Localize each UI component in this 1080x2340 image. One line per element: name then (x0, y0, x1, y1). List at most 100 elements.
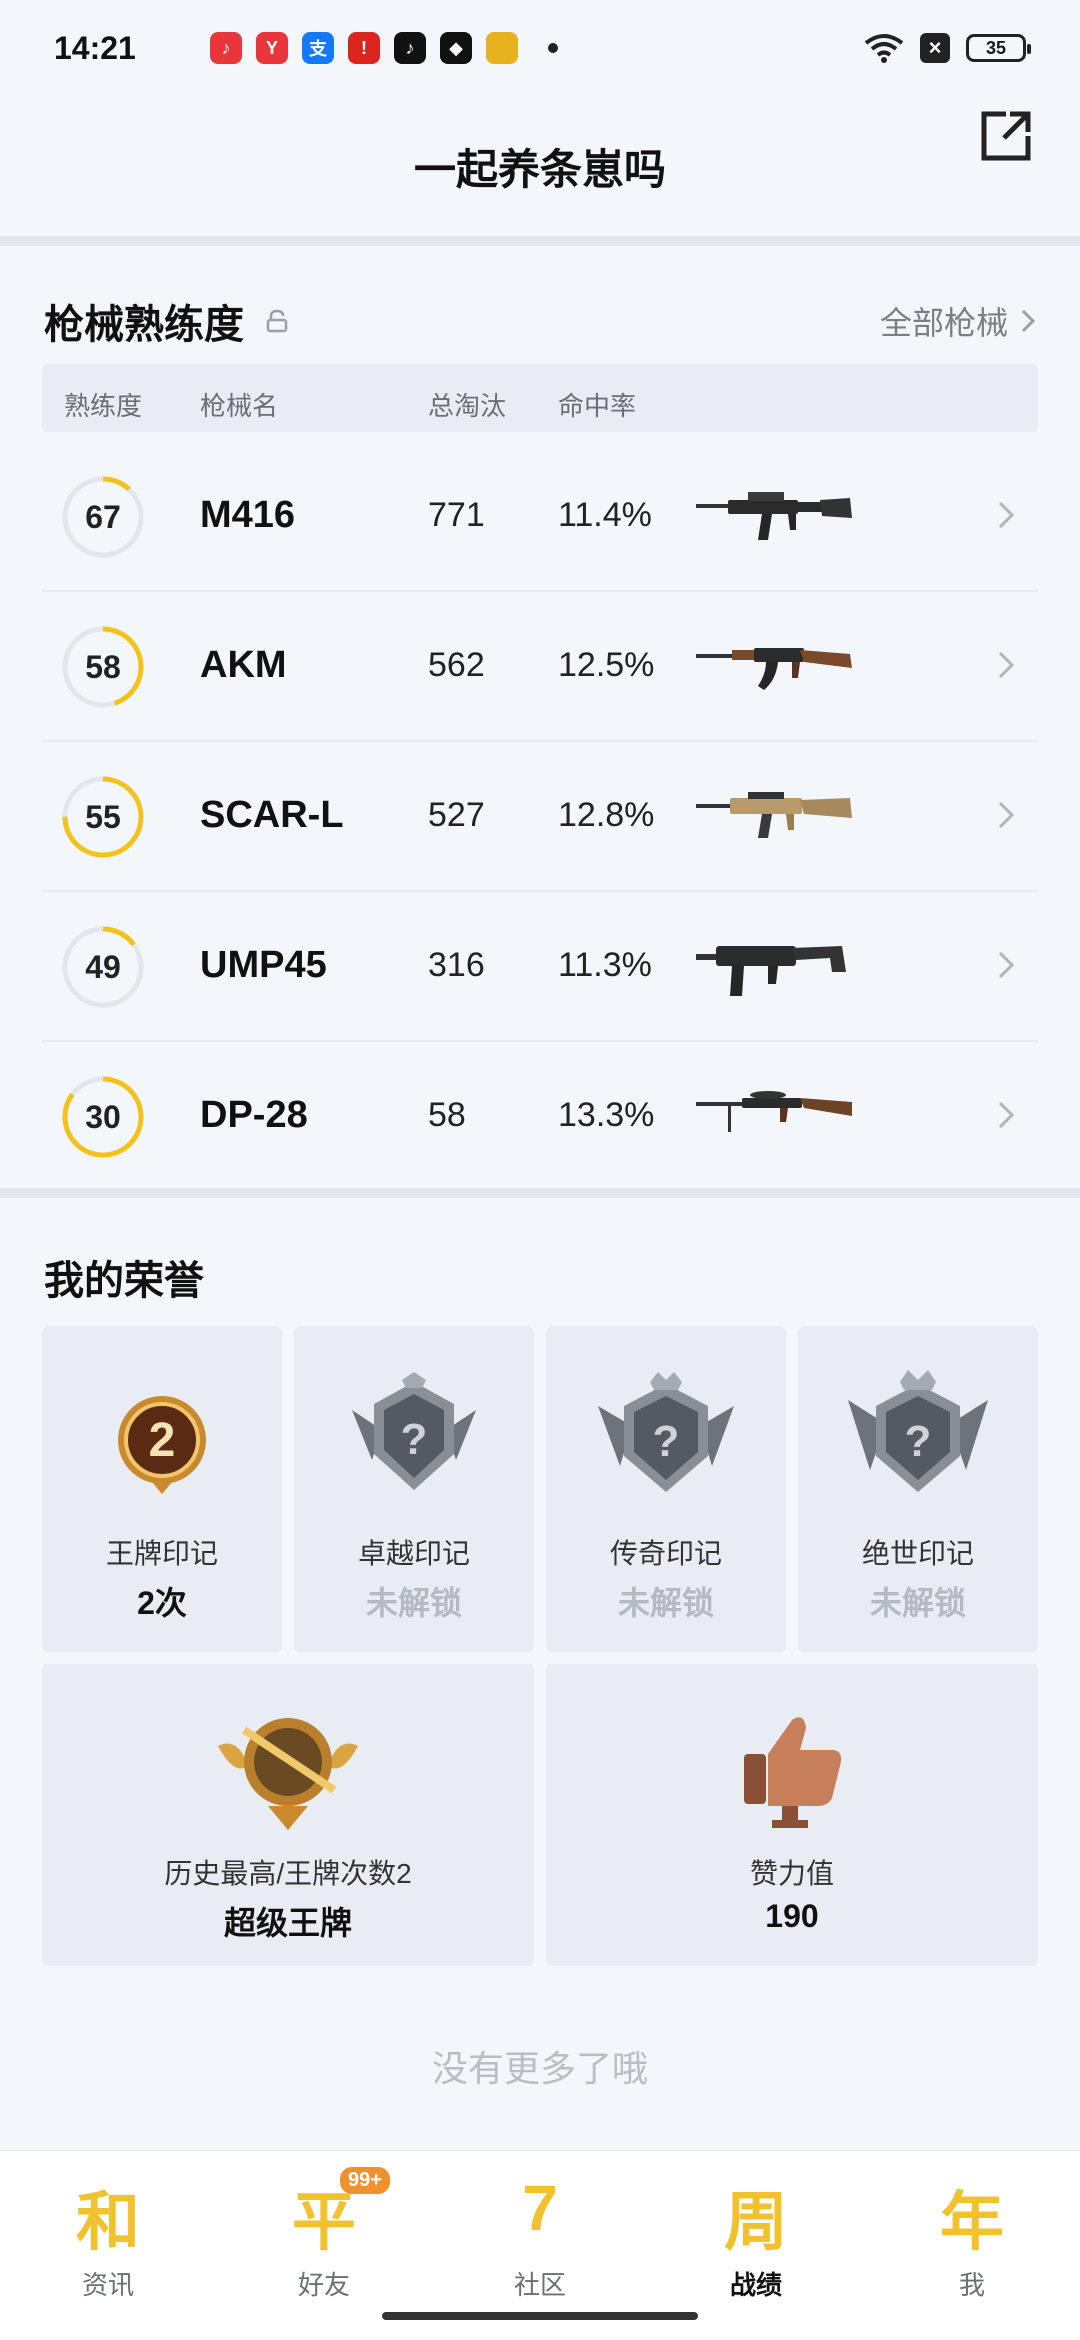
me-tab-icon: 年 (940, 2186, 1004, 2258)
battery-level: 35 (985, 37, 1007, 58)
unread-badge: 99+ (340, 2167, 390, 2194)
ump45-smg-icon (696, 946, 846, 996)
weapon-row[interactable]: 67 M416 771 11.4% (42, 442, 1038, 592)
weapon-kills: 58 (428, 1096, 466, 1134)
honor-value: 未解锁 (869, 1585, 966, 1621)
proficiency-value: 55 (85, 798, 121, 835)
honor-label: 卓越印记 (357, 1538, 470, 1569)
weapon-accuracy: 12.5% (558, 646, 655, 684)
divider (0, 236, 1080, 246)
likes-value: 190 (765, 1898, 819, 1934)
ace-mark-badge-icon: 2 (118, 1396, 206, 1494)
weapon-name: SCAR-L (200, 794, 344, 836)
honor-card-ace[interactable]: 2 王牌印记 2次 (42, 1326, 282, 1652)
weapon-name: DP-28 (200, 1094, 308, 1136)
friends-tab-icon: 平 (292, 2186, 356, 2258)
col-weapon-name: 枪械名 (200, 391, 279, 421)
music-app-icon: ♪ (210, 32, 242, 64)
legend-mark-locked-icon: ? (598, 1372, 734, 1492)
proficiency-value: 49 (85, 948, 121, 985)
weapon-row[interactable]: 55 SCAR-L 527 12.8% (42, 742, 1038, 892)
weapon-table-header: 熟练度 枪械名 总淘汰 命中率 (42, 364, 1038, 432)
news-tab-icon: 和 (76, 2186, 140, 2258)
shield-app-icon: ◆ (440, 32, 472, 64)
col-proficiency: 熟练度 (64, 391, 143, 421)
weapon-accuracy: 13.3% (558, 1096, 655, 1134)
nav-tab-label: 战绩 (729, 2270, 782, 2300)
honors-title: 我的荣誉 (44, 1259, 204, 1303)
honor-card-legend[interactable]: ? 传奇印记 未解锁 (546, 1326, 786, 1652)
status-app-icons: ♪ Y 支 ! ♪ ◆ (210, 32, 558, 64)
page-title: 一起养条崽吗 (413, 145, 666, 193)
red-app-icon: Y (256, 32, 288, 64)
tiktok-icon: ♪ (394, 32, 426, 64)
chevron-right-icon (998, 1101, 1015, 1129)
chevron-right-icon (998, 501, 1015, 529)
weapon-accuracy: 12.8% (558, 796, 655, 834)
chevron-right-icon (998, 801, 1015, 829)
nav-tab-label: 好友 (297, 2270, 350, 2300)
proficiency-value: 30 (85, 1098, 121, 1135)
weapon-kills: 771 (428, 496, 485, 534)
best-tier-label: 历史最高/王牌次数2 (164, 1858, 412, 1889)
game-app-icon (486, 32, 518, 64)
honor-value: 未解锁 (365, 1585, 462, 1621)
chevron-right-icon (1021, 309, 1036, 333)
battery-icon: 35 (966, 34, 1031, 62)
weapon-name: AKM (200, 644, 287, 686)
svg-text:?: ? (905, 1417, 932, 1466)
weapon-row[interactable]: 58 AKM 562 12.5% (42, 592, 1038, 742)
alipay-icon: 支 (302, 32, 334, 64)
divider (0, 1188, 1080, 1198)
weapon-section-title: 枪械熟练度 (44, 292, 288, 350)
col-kills: 总淘汰 (428, 391, 507, 421)
excellent-mark-locked-icon: ? (352, 1372, 476, 1490)
nav-tab-label: 资讯 (81, 2270, 134, 2300)
all-weapons-link[interactable]: 全部枪械 (880, 298, 1036, 344)
likes-label: 赞力值 (749, 1858, 834, 1889)
honor-label: 传奇印记 (609, 1538, 722, 1569)
honor-card-likes[interactable]: 赞力值 190 (546, 1664, 1038, 1966)
status-bar: 14:21 ♪ Y 支 ! ♪ ◆ × 35 (0, 0, 1080, 96)
honor-card-excellent[interactable]: ? 卓越印记 未解锁 (294, 1326, 534, 1652)
notice-app-icon: ! (348, 32, 380, 64)
weapon-name: UMP45 (200, 944, 327, 986)
header: 一起养条崽吗 (0, 96, 1080, 236)
honor-card-peerless[interactable]: ? 绝世印记 未解锁 (798, 1326, 1038, 1652)
honor-card-best-tier[interactable]: 历史最高/王牌次数2 超级王牌 (42, 1664, 534, 1966)
akm-rifle-icon (696, 648, 852, 690)
lock-icon[interactable] (266, 309, 288, 333)
weapon-accuracy: 11.4% (558, 496, 652, 534)
weapon-kills: 527 (428, 796, 485, 834)
nav-tab-community[interactable]: 7 社区 (432, 2171, 648, 2321)
notification-dot-icon (548, 43, 558, 53)
weapon-row[interactable]: 49 UMP45 316 11.3% (42, 892, 1038, 1042)
weapon-section-title-text: 枪械熟练度 (44, 303, 244, 347)
nav-tab-label: 我 (958, 2270, 985, 2300)
nav-tab-news[interactable]: 和 资讯 (0, 2171, 216, 2321)
thumbs-up-icon (744, 1717, 842, 1828)
honor-value: 2次 (137, 1585, 187, 1621)
weapon-kills: 316 (428, 946, 485, 984)
weapon-accuracy: 11.3% (558, 946, 652, 984)
super-ace-tier-badge-icon (218, 1718, 358, 1830)
m416-rifle-icon (696, 492, 852, 540)
record-tab-icon: 周 (724, 2186, 788, 2258)
share-icon[interactable] (976, 106, 1036, 166)
honor-label: 绝世印记 (861, 1538, 974, 1569)
weapon-kills: 562 (428, 646, 485, 684)
weapon-proficiency-section: 枪械熟练度 全部枪械 熟练度 枪械名 总淘汰 命中率 67 M416 771 1… (0, 246, 1080, 1188)
svg-text:?: ? (653, 1417, 680, 1466)
nav-tab-me[interactable]: 年 我 (864, 2171, 1080, 2321)
honor-value: 未解锁 (617, 1585, 714, 1621)
nav-tab-record[interactable]: 周 战绩 (648, 2171, 864, 2321)
weapon-name: M416 (200, 494, 296, 536)
nav-tab-friends[interactable]: 平 99+ 好友 (216, 2167, 432, 2321)
nav-tab-label: 社区 (513, 2270, 566, 2300)
home-indicator[interactable] (382, 2312, 698, 2320)
chevron-right-icon (998, 651, 1015, 679)
wifi-icon (864, 34, 904, 63)
dp-28-lmg-icon (696, 1091, 852, 1132)
weapon-row[interactable]: 30 DP-28 58 13.3% (42, 1042, 1038, 1192)
best-tier-value: 超级王牌 (223, 1905, 352, 1941)
